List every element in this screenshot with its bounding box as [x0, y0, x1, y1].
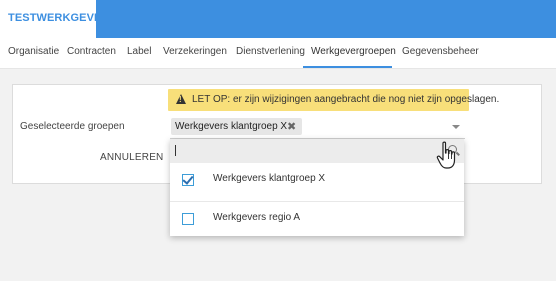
- tab-verzekeringen[interactable]: Verzekeringen: [163, 46, 227, 57]
- tab-bar: Organisatie Contracten Label Verzekering…: [0, 38, 556, 69]
- option-label: Werkgevers regio A: [213, 212, 301, 223]
- checkbox-unchecked[interactable]: [182, 213, 194, 225]
- hand-pointer-icon: [436, 141, 456, 169]
- dropdown-option[interactable]: Werkgevers regio A: [170, 201, 464, 236]
- tab-label[interactable]: Label: [127, 46, 151, 57]
- chip-label: Werkgevers klantgroep X: [175, 121, 288, 132]
- active-tab-indicator: [303, 66, 392, 68]
- tab-dienstverlening[interactable]: Dienstverlening: [236, 46, 305, 57]
- dropdown-option[interactable]: Werkgevers klantgroep X: [170, 163, 464, 197]
- tab-werkgevergroepen[interactable]: Werkgevergroepen: [311, 46, 396, 57]
- groups-select[interactable]: Werkgevers klantgroep X ✖: [170, 116, 465, 139]
- header-bar: [96, 0, 556, 38]
- warning-text: LET OP: er zijn wijzigingen aangebracht …: [192, 94, 500, 105]
- tab-organisatie[interactable]: Organisatie: [8, 46, 59, 57]
- tab-gegevensbeheer[interactable]: Gegevensbeheer: [402, 46, 479, 57]
- chevron-down-icon[interactable]: [452, 125, 460, 129]
- tab-contracten[interactable]: Contracten: [67, 46, 116, 57]
- cancel-button[interactable]: ANNULEREN: [100, 152, 163, 163]
- warning-icon: [176, 94, 186, 104]
- checkbox-checked[interactable]: [182, 174, 194, 186]
- header-left: TESTWERKGEVER: [0, 0, 109, 38]
- unsaved-warning-banner: LET OP: er zijn wijzigingen aangebracht …: [168, 89, 499, 111]
- groups-dropdown: Werkgevers klantgroep X Werkgevers regio…: [170, 139, 464, 236]
- selected-group-chip: Werkgevers klantgroep X ✖: [171, 118, 302, 135]
- text-cursor: [175, 145, 176, 156]
- dropdown-search-row: [170, 139, 464, 163]
- app-title: TESTWERKGEVER: [8, 12, 110, 24]
- remove-chip-icon[interactable]: ✖: [287, 120, 296, 133]
- selected-groups-label: Geselecteerde groepen: [20, 121, 125, 132]
- option-label: Werkgevers klantgroep X: [213, 173, 326, 184]
- dropdown-search-input[interactable]: [173, 142, 442, 161]
